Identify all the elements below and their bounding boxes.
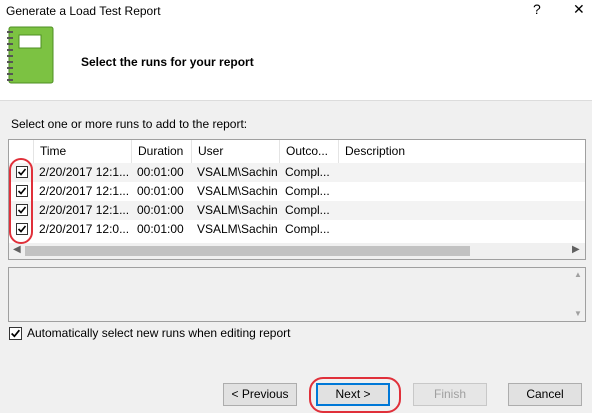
checkmark-icon	[11, 329, 21, 338]
column-header-outcome[interactable]: Outco...	[280, 140, 339, 163]
cell-user: VSALM\Sachin	[197, 222, 278, 236]
cell-time: 2/20/2017 12:1...	[39, 165, 130, 179]
runs-prompt-label: Select one or more runs to add to the re…	[11, 117, 248, 131]
auto-select-checkbox[interactable]	[9, 327, 22, 340]
run-description-box: ▲ ▼	[8, 267, 586, 322]
finish-button[interactable]: Finish	[413, 383, 487, 406]
cell-outcome: Compl...	[285, 165, 330, 179]
cell-duration: 00:01:00	[137, 203, 184, 217]
checkbox-highlight-annotation	[9, 158, 33, 244]
vertical-scrollbar[interactable]: ▲ ▼	[570, 268, 585, 321]
cell-outcome: Compl...	[285, 203, 330, 217]
cell-description	[339, 163, 585, 182]
table-row[interactable]: 2/20/2017 12:1... 00:01:00 VSALM\Sachin …	[9, 201, 585, 220]
scroll-left-icon[interactable]: ◀	[13, 244, 21, 255]
window-title: Generate a Load Test Report	[6, 4, 161, 18]
help-button[interactable]: ?	[533, 1, 541, 17]
table-row[interactable]: 2/20/2017 12:1... 00:01:00 VSALM\Sachin …	[9, 163, 585, 182]
cell-duration: 00:01:00	[137, 184, 184, 198]
cell-time: 2/20/2017 12:0...	[39, 222, 130, 236]
previous-button[interactable]: < Previous	[223, 383, 297, 406]
cell-description	[339, 182, 585, 201]
title-bar: Generate a Load Test Report ? ✕	[0, 0, 592, 22]
scroll-right-icon[interactable]: ▶	[572, 244, 580, 255]
column-header-time[interactable]: Time	[34, 140, 132, 163]
runs-table[interactable]: Time Duration User Outco... Description …	[8, 139, 586, 260]
cell-description	[339, 220, 585, 239]
next-highlight-annotation	[309, 377, 401, 413]
cancel-button[interactable]: Cancel	[508, 383, 582, 406]
cell-description	[339, 201, 585, 220]
cell-duration: 00:01:00	[137, 165, 184, 179]
wizard-header: Select the runs for your report	[0, 22, 592, 101]
scroll-down-icon[interactable]: ▼	[574, 309, 582, 318]
close-button[interactable]: ✕	[573, 1, 585, 18]
scrollbar-thumb[interactable]	[25, 246, 470, 256]
table-row[interactable]: 2/20/2017 12:0... 00:01:00 VSALM\Sachin …	[9, 220, 585, 239]
cell-user: VSALM\Sachin	[197, 184, 278, 198]
cell-duration: 00:01:00	[137, 222, 184, 236]
cell-time: 2/20/2017 12:1...	[39, 203, 130, 217]
cell-outcome: Compl...	[285, 222, 330, 236]
notebook-icon	[7, 26, 54, 84]
column-header-user[interactable]: User	[192, 140, 280, 163]
cell-time: 2/20/2017 12:1...	[39, 184, 130, 198]
auto-select-label[interactable]: Automatically select new runs when editi…	[27, 326, 290, 340]
horizontal-scrollbar[interactable]: ◀ ▶	[9, 243, 585, 259]
cell-outcome: Compl...	[285, 184, 330, 198]
table-row[interactable]: 2/20/2017 12:1... 00:01:00 VSALM\Sachin …	[9, 182, 585, 201]
column-header-description[interactable]: Description	[339, 140, 585, 163]
scroll-up-icon[interactable]: ▲	[574, 270, 582, 279]
column-header-duration[interactable]: Duration	[132, 140, 192, 163]
page-title: Select the runs for your report	[81, 55, 254, 69]
cell-user: VSALM\Sachin	[197, 165, 278, 179]
cell-user: VSALM\Sachin	[197, 203, 278, 217]
